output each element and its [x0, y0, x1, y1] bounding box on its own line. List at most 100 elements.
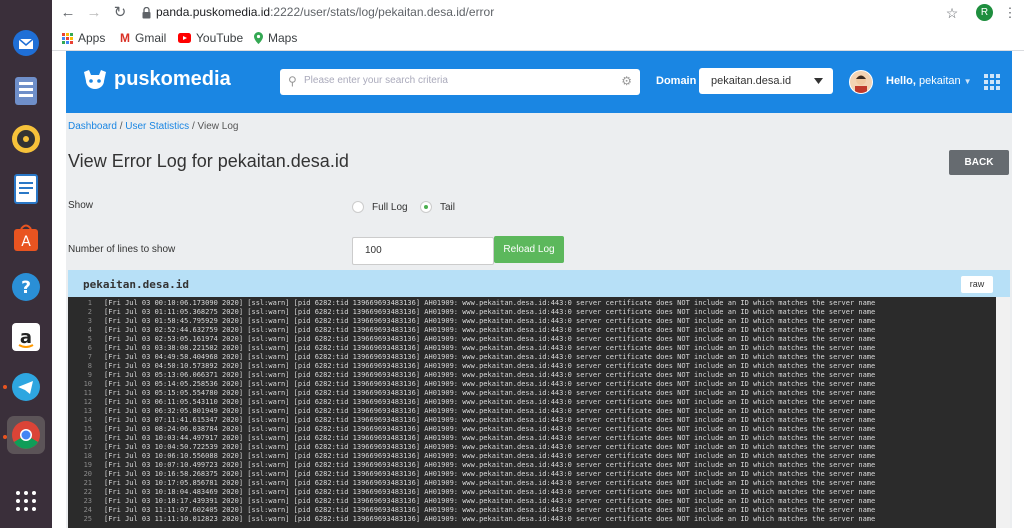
apps-grid-icon[interactable]	[984, 74, 1000, 90]
log-line-text: [Fri Jul 03 11:11:10.012823 2020] [ssl:w…	[104, 515, 876, 523]
log-line-number: 24	[83, 506, 92, 514]
apps-grid-icon	[62, 32, 73, 44]
thunderbird-icon[interactable]	[7, 24, 45, 62]
breadcrumb-dashboard[interactable]: Dashboard	[68, 121, 117, 132]
reload-log-button[interactable]: Reload Log	[494, 236, 564, 263]
log-panel: pekaitan.desa.id raw 1 [Fri Jul 03 00:10:…	[68, 270, 1010, 528]
files-icon[interactable]	[7, 72, 45, 110]
user-greeting[interactable]: Hello, pekaitan ▼	[886, 75, 972, 87]
log-line: 8 [Fri Jul 03 04:50:10.573892 2020] [ssl:…	[68, 362, 996, 371]
url-host: panda.puskomedia.id	[156, 5, 271, 19]
radio-tail-circle[interactable]	[420, 201, 432, 213]
reload-icon[interactable]: ↻	[110, 3, 130, 23]
telegram-icon[interactable]	[7, 368, 45, 406]
chevron-down-icon	[814, 78, 823, 84]
log-line: 15 [Fri Jul 03 08:24:06.038784 2020] [ssl…	[68, 425, 996, 434]
gear-icon[interactable]: ⚙	[621, 74, 632, 88]
profile-avatar[interactable]: R	[976, 4, 993, 21]
star-icon[interactable]: ☆	[942, 3, 962, 23]
help-icon[interactable]: ?	[7, 268, 45, 306]
log-line-number: 17	[83, 443, 92, 451]
avatar[interactable]	[849, 70, 873, 94]
log-line: 22 [Fri Jul 03 10:18:04.483469 2020] [ssl…	[68, 488, 996, 497]
log-line-number: 1	[87, 299, 92, 307]
software-center-icon[interactable]: A	[7, 218, 45, 256]
log-line-number: 18	[83, 452, 92, 460]
bookmark-label: YouTube	[196, 31, 244, 45]
log-line-text: [Fri Jul 03 01:11:05.368275 2020] [ssl:w…	[104, 308, 876, 316]
log-line: 2 [Fri Jul 03 01:11:05.368275 2020] [ssl:…	[68, 308, 996, 317]
log-line-number: 10	[83, 380, 92, 388]
log-line-number: 3	[87, 317, 92, 325]
log-line-text: [Fri Jul 03 05:15:05.554780 2020] [ssl:w…	[104, 389, 876, 397]
log-line-number: 6	[87, 344, 92, 352]
radio-tail-label: Tail	[440, 201, 456, 213]
lines-label: Number of lines to show	[68, 244, 176, 255]
log-scrollbar[interactable]	[996, 297, 1010, 528]
log-line: 18 [Fri Jul 03 10:06:10.556088 2020] [ssl…	[68, 452, 996, 461]
breadcrumb-separator: /	[119, 121, 123, 132]
log-line-text: [Fri Jul 03 06:11:05.543110 2020] [ssl:w…	[104, 398, 876, 406]
chrome-icon[interactable]	[7, 416, 45, 454]
bookmark-gmail[interactable]: M Gmail	[120, 30, 166, 46]
hello-text: Hello,	[886, 75, 916, 87]
search-input[interactable]: ⚲ Please enter your search criteria ⚙	[280, 69, 640, 95]
svg-text:a: a	[20, 327, 32, 348]
log-line: 1 [Fri Jul 03 00:10:06.173090 2020] [ssl:…	[68, 299, 996, 308]
bookmark-apps[interactable]: Apps	[62, 30, 105, 46]
log-viewer[interactable]: 1 [Fri Jul 03 00:10:06.173090 2020] [ssl:…	[68, 297, 996, 528]
show-applications-icon[interactable]	[7, 482, 45, 520]
brand-logo[interactable]: puskomedia	[82, 68, 231, 91]
bookmark-youtube[interactable]: YouTube	[178, 30, 243, 46]
ubuntu-dock: A ? a	[0, 0, 52, 528]
address-bar[interactable]: panda.puskomedia.id:2222/user/stats/log/…	[156, 4, 494, 20]
radio-full-log-circle[interactable]	[352, 201, 364, 213]
log-line: 23 [Fri Jul 03 10:18:17.439391 2020] [ssl…	[68, 497, 996, 506]
domain-select[interactable]: pekaitan.desa.id	[699, 68, 833, 94]
menu-dots-icon[interactable]: ⋮	[1000, 3, 1020, 23]
log-line-number: 13	[83, 407, 92, 415]
log-line-text: [Fri Jul 03 02:53:05.161974 2020] [ssl:w…	[104, 335, 876, 343]
log-line-text: [Fri Jul 03 01:58:45.795929 2020] [ssl:w…	[104, 317, 876, 325]
log-line-number: 22	[83, 488, 92, 496]
log-line-text: [Fri Jul 03 10:18:04.483469 2020] [ssl:w…	[104, 488, 876, 496]
raw-button[interactable]: raw	[961, 276, 993, 293]
log-line: 5 [Fri Jul 03 02:53:05.161974 2020] [ssl:…	[68, 335, 996, 344]
breadcrumb-current: View Log	[197, 121, 239, 132]
back-arrow-icon[interactable]: ←	[58, 3, 78, 23]
log-line-text: [Fri Jul 03 02:52:44.632759 2020] [ssl:w…	[104, 326, 876, 334]
libreoffice-writer-icon[interactable]	[7, 170, 45, 208]
log-line-text: [Fri Jul 03 10:18:17.439391 2020] [ssl:w…	[104, 497, 876, 505]
forward-arrow-icon[interactable]: →	[84, 3, 104, 23]
log-line-number: 14	[83, 416, 92, 424]
log-line-number: 15	[83, 425, 92, 433]
log-line: 19 [Fri Jul 03 10:07:10.499723 2020] [ssl…	[68, 461, 996, 470]
radio-full-log[interactable]: Full Log	[352, 201, 408, 213]
log-line-number: 2	[87, 308, 92, 316]
log-line-number: 16	[83, 434, 92, 442]
lines-input[interactable]: 100	[352, 237, 494, 265]
log-line-number: 7	[87, 353, 92, 361]
radio-tail[interactable]: Tail	[420, 201, 455, 213]
log-line: 17 [Fri Jul 03 10:04:50.722539 2020] [ssl…	[68, 443, 996, 452]
log-line: 12 [Fri Jul 03 06:11:05.543110 2020] [ssl…	[68, 398, 996, 407]
username: pekaitan	[919, 75, 961, 87]
breadcrumb-user-statistics[interactable]: User Statistics	[125, 121, 189, 132]
show-label: Show	[68, 200, 94, 211]
rhythmbox-icon[interactable]	[7, 120, 45, 158]
log-line-text: [Fri Jul 03 10:04:50.722539 2020] [ssl:w…	[104, 443, 876, 451]
log-line-text: [Fri Jul 03 03:38:08.221502 2020] [ssl:w…	[104, 344, 876, 352]
radio-full-log-label: Full Log	[372, 201, 408, 213]
bookmark-maps[interactable]: Maps	[254, 30, 297, 46]
log-line: 11 [Fri Jul 03 05:15:05.554780 2020] [ssl…	[68, 389, 996, 398]
log-line: 21 [Fri Jul 03 10:17:05.856781 2020] [ssl…	[68, 479, 996, 488]
back-button[interactable]: BACK	[949, 150, 1009, 175]
domain-label: Domain	[656, 75, 697, 87]
log-line-number: 11	[83, 389, 92, 397]
log-line: 10 [Fri Jul 03 05:14:05.258536 2020] [ssl…	[68, 380, 996, 389]
caret-down-icon: ▼	[963, 77, 972, 86]
amazon-icon[interactable]: a	[7, 318, 45, 356]
puskomedia-logo-icon	[84, 69, 106, 89]
bookmarks-bar: Apps M Gmail YouTube Maps	[52, 26, 1024, 51]
log-line-text: [Fri Jul 03 08:24:06.038784 2020] [ssl:w…	[104, 425, 876, 433]
